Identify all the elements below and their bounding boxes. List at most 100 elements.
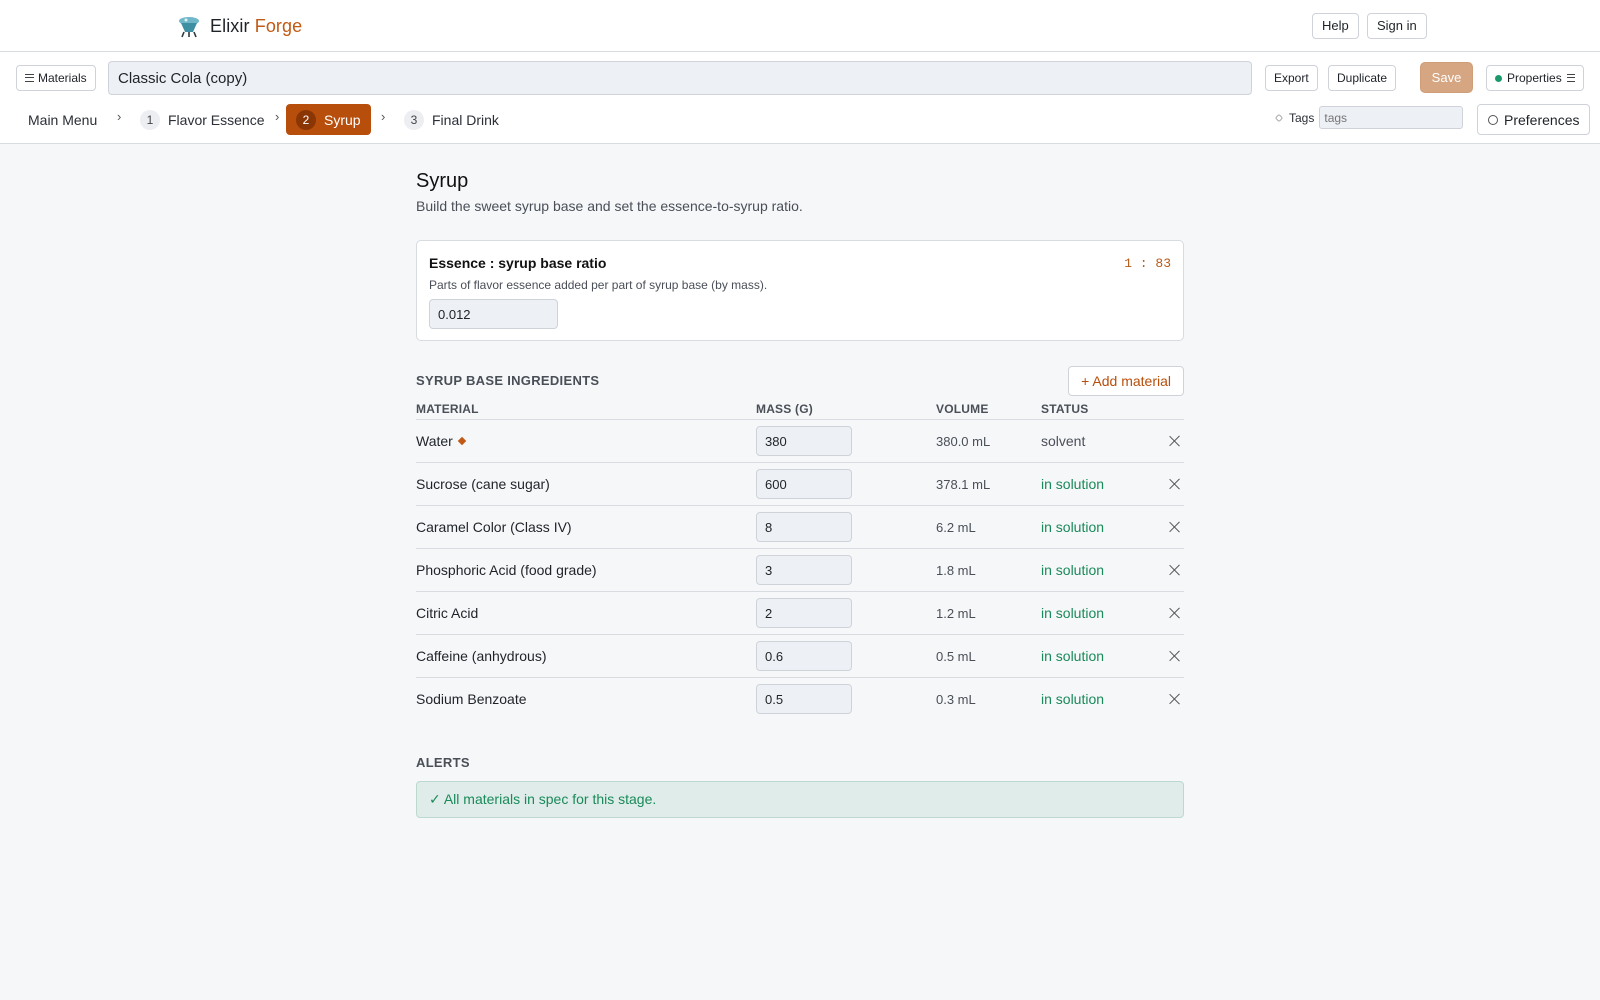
hamburger-icon <box>25 74 34 82</box>
ratio-title: Essence : syrup base ratio <box>429 255 607 271</box>
step-label: Final Drink <box>432 111 499 128</box>
step-number: 1 <box>140 109 160 130</box>
volume-value: 0.3 mL <box>936 692 976 707</box>
mass-input[interactable] <box>756 469 852 499</box>
volume-value: 378.1 mL <box>936 477 991 492</box>
material-name: Caramel Color (Class IV) <box>416 519 572 535</box>
step-number: 2 <box>296 109 316 130</box>
column-status: STATUS <box>1041 402 1089 416</box>
status-value: solvent <box>1041 433 1086 449</box>
ratio-card: Essence : syrup base ratio Parts of flav… <box>416 240 1184 341</box>
preferences-label: Preferences <box>1504 111 1580 128</box>
help-button[interactable]: Help <box>1312 13 1359 39</box>
sign-in-button[interactable]: Sign in <box>1367 13 1427 39</box>
gear-icon <box>1488 114 1498 125</box>
materials-label: Materials <box>38 71 87 85</box>
close-icon <box>1169 564 1181 576</box>
step-syrup[interactable]: 2 Syrup <box>286 104 371 135</box>
volume-value: 1.2 mL <box>936 606 976 621</box>
alert-message: ✓ All materials in spec for this stage. <box>429 791 657 807</box>
table-row: Caffeine (anhydrous) 0.5 mL in solution <box>416 635 1184 678</box>
list-icon <box>1566 74 1575 82</box>
step-label: Main Menu <box>28 111 98 128</box>
mass-input[interactable] <box>756 555 852 585</box>
step-number: 3 <box>404 109 424 130</box>
remove-button[interactable] <box>1166 518 1184 536</box>
table-row: Sucrose (cane sugar) 378.1 mL in solutio… <box>416 463 1184 506</box>
remove-button[interactable] <box>1166 604 1184 622</box>
brand[interactable]: Elixir Forge <box>178 14 302 38</box>
material-name: Water <box>416 433 467 449</box>
status-value: in solution <box>1041 648 1105 664</box>
status-dot <box>1495 74 1502 82</box>
table-header: MATERIAL MASS (G) VOLUME STATUS <box>416 400 1184 420</box>
mass-input[interactable] <box>756 684 852 714</box>
mass-input[interactable] <box>756 598 852 628</box>
mass-input[interactable] <box>756 426 852 456</box>
volume-value: 380.0 mL <box>936 434 991 449</box>
remove-button[interactable] <box>1166 475 1184 493</box>
status-value: in solution <box>1041 605 1105 621</box>
material-name: Sucrose (cane sugar) <box>416 476 550 492</box>
status-value: in solution <box>1041 562 1105 578</box>
properties-label: Properties <box>1507 71 1562 85</box>
flask-logo-icon <box>179 17 199 38</box>
chevron-right-icon: › <box>117 109 122 124</box>
volume-value: 0.5 mL <box>936 649 976 664</box>
remove-button[interactable] <box>1166 690 1184 708</box>
alert-success: ✓ All materials in spec for this stage. <box>416 781 1184 818</box>
add-material-button[interactable]: + Add material <box>1068 366 1184 396</box>
save-button[interactable]: Save <box>1420 62 1473 93</box>
step-label: Flavor Essence <box>168 111 265 128</box>
close-icon <box>1169 650 1181 662</box>
step-main-menu[interactable]: Main Menu <box>18 104 107 135</box>
main-content: Syrup Build the sweet syrup base and set… <box>416 170 1184 818</box>
mass-input[interactable] <box>756 512 852 542</box>
close-icon <box>1169 607 1181 619</box>
brand-name: Elixir Forge <box>210 15 303 36</box>
table-row: Phosphoric Acid (food grade) 1.8 mL in s… <box>416 549 1184 592</box>
step-flavor-essence[interactable]: 1 Flavor Essence <box>130 104 274 135</box>
remove-button[interactable] <box>1166 432 1184 450</box>
tags-input[interactable] <box>1319 106 1464 129</box>
ingredients-heading: SYRUP BASE INGREDIENTS <box>416 373 600 388</box>
table-row: Caramel Color (Class IV) 6.2 mL in solut… <box>416 506 1184 549</box>
chevron-right-icon: › <box>381 109 386 124</box>
ratio-input[interactable] <box>429 299 558 329</box>
preferences-button[interactable]: Preferences <box>1477 104 1591 135</box>
toolbar: Materials Export Duplicate Save Properti… <box>0 52 1600 101</box>
status-value: in solution <box>1041 476 1105 492</box>
table-row: Sodium Benzoate 0.3 mL in solution <box>416 678 1184 721</box>
diamond-icon <box>457 436 467 446</box>
material-name: Caffeine (anhydrous) <box>416 648 547 664</box>
materials-button[interactable]: Materials <box>16 65 96 91</box>
column-mass: MASS (G) <box>756 402 813 416</box>
close-icon <box>1169 478 1181 490</box>
ratio-readout: 1 : 83 <box>1124 256 1171 271</box>
steps-bar: Main Menu › 1 Flavor Essence › 2 Syrup ›… <box>0 101 1600 144</box>
step-final-drink[interactable]: 3 Final Drink <box>394 104 509 135</box>
tags-field: Tags <box>1274 106 1464 129</box>
page-title: Syrup <box>416 170 469 192</box>
close-icon <box>1169 521 1181 533</box>
mass-input[interactable] <box>756 641 852 671</box>
top-bar: Elixir Forge Help Sign in <box>0 0 1600 52</box>
chevron-right-icon: › <box>275 109 280 124</box>
ingredients-table: MATERIAL MASS (G) VOLUME STATUS Water 38… <box>416 400 1184 721</box>
status-value: in solution <box>1041 519 1105 535</box>
remove-button[interactable] <box>1166 647 1184 665</box>
column-volume: VOLUME <box>936 402 989 416</box>
close-icon <box>1169 693 1181 705</box>
alerts-heading: ALERTS <box>416 755 470 770</box>
export-button[interactable]: Export <box>1265 65 1318 91</box>
column-material: MATERIAL <box>416 402 479 416</box>
tag-icon <box>1274 113 1284 122</box>
material-name: Citric Acid <box>416 605 479 621</box>
duplicate-button[interactable]: Duplicate <box>1328 65 1397 91</box>
table-row: Water 380.0 mL solvent <box>416 420 1184 463</box>
close-icon <box>1169 435 1181 447</box>
properties-button[interactable]: Properties <box>1486 65 1584 91</box>
tags-label: Tags <box>1289 110 1315 125</box>
remove-button[interactable] <box>1166 561 1184 579</box>
recipe-title-input[interactable] <box>108 61 1252 95</box>
